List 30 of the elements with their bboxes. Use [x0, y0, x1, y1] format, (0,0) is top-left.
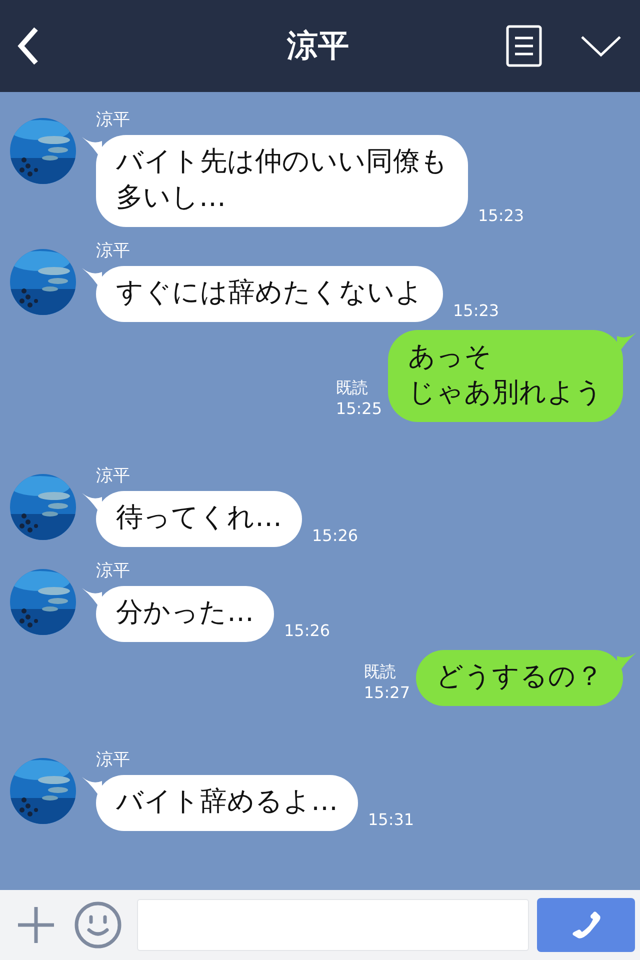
message-time: 15:23	[453, 301, 500, 320]
message-bubble: どうするの？	[416, 650, 623, 706]
read-receipt: 既読	[336, 378, 368, 399]
chat-title: 涼平	[286, 27, 350, 66]
message-bubble: バイト辞めるよ…	[96, 775, 358, 831]
message-bubble: 分かった…	[96, 586, 274, 642]
message-time: 15:23	[478, 206, 524, 225]
sender-name: 涼平	[96, 109, 131, 131]
sender-name: 涼平	[96, 560, 131, 582]
message-bubble: 待ってくれ…	[96, 491, 302, 547]
message-bubble: バイト先は仲のいい同僚も 多いし…	[96, 135, 468, 227]
sender-name: 涼平	[96, 465, 131, 487]
message-time: 15:25	[336, 399, 382, 418]
message-time: 15:26	[284, 621, 330, 640]
sender-name: 涼平	[96, 240, 131, 262]
message-time: 15:27	[364, 683, 410, 702]
sender-name: 涼平	[96, 749, 131, 771]
message-bubble: あっそ じゃあ別れよう	[388, 330, 623, 422]
chevron-down-icon[interactable]	[580, 34, 622, 58]
notes-icon[interactable]	[506, 25, 542, 67]
message-time: 15:31	[368, 810, 414, 829]
read-receipt: 既読	[364, 662, 396, 683]
message-time: 15:26	[312, 526, 358, 545]
phone-icon	[570, 909, 602, 941]
call-button[interactable]	[537, 898, 635, 952]
back-icon[interactable]	[16, 26, 40, 66]
message-input-field[interactable]	[137, 899, 529, 951]
smiley-icon[interactable]	[74, 901, 122, 949]
plus-icon[interactable]	[16, 905, 56, 945]
message-bubble: すぐには辞めたくないよ	[96, 266, 443, 322]
